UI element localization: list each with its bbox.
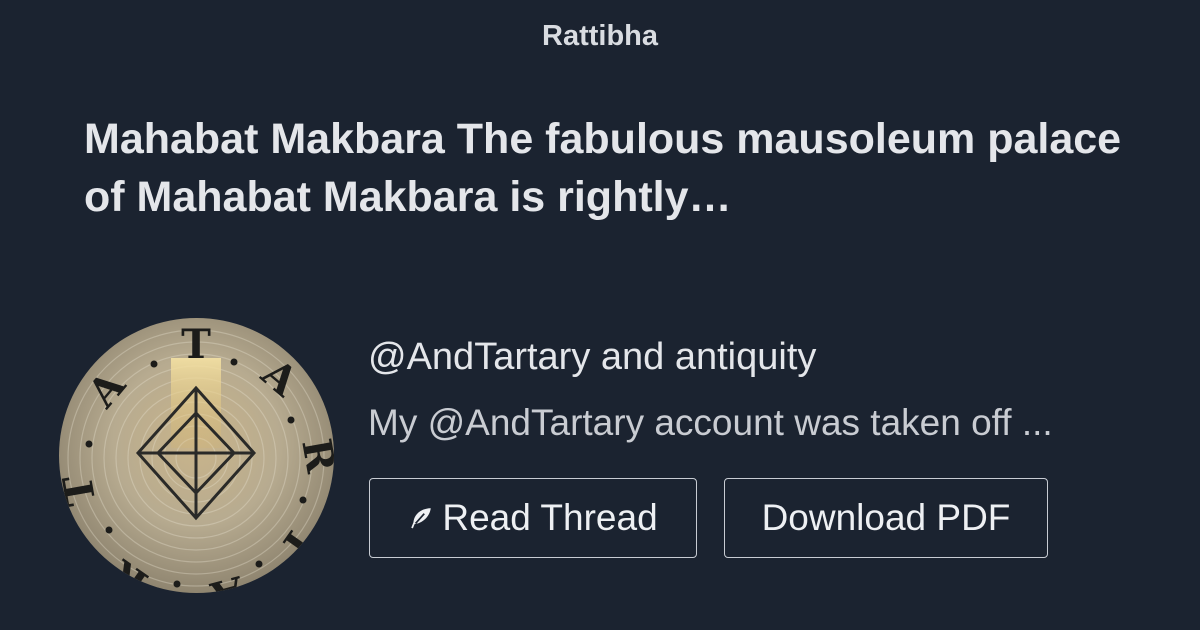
read-thread-label: Read Thread [442,497,658,538]
thread-title: Mahabat Makbara The fabulous mausoleum p… [84,115,1122,221]
feather-icon [408,505,434,531]
read-thread-button[interactable]: Read Thread [369,478,697,558]
download-pdf-label: Download PDF [761,497,1011,538]
author-name[interactable]: @AndTartary and antiquity [368,336,816,379]
svg-text:R: R [292,435,334,477]
avatar-letter: T [181,321,211,368]
download-pdf-button[interactable]: Download PDF [724,478,1048,558]
site-brand: Rattibha [542,20,658,52]
avatar: T A R T A R T A [59,318,334,593]
thread-excerpt: My @AndTartary account was taken off ... [368,402,1053,443]
